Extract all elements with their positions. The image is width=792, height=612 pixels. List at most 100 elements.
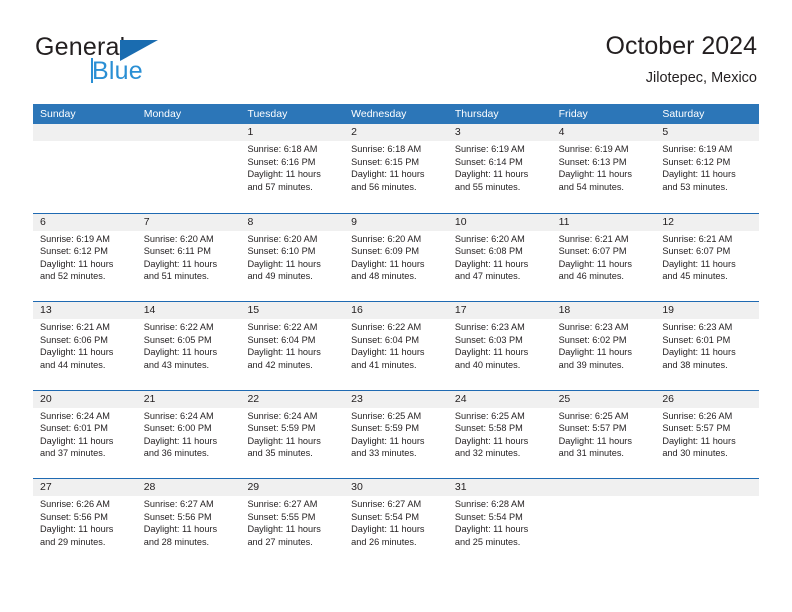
calendar-day-cell[interactable]: 8 Sunrise: 6:20 AM Sunset: 6:10 PM Daylight… (240, 214, 344, 302)
day-number: 8 (247, 215, 254, 228)
day-detail-line: and 55 minutes. (454, 181, 521, 192)
day-detail-line: Sunrise: 6:20 AM (351, 233, 422, 244)
weekday-header-sunday: Sunday (40, 108, 76, 120)
calendar-day-cell[interactable]: 11 Sunrise: 6:21 AM Sunset: 6:07 PM Dayligh… (552, 214, 656, 302)
day-detail-line: Sunset: 6:07 PM (558, 246, 627, 257)
logo-word-blue: Blue (92, 57, 143, 85)
day-sun-details: Sunrise: 6:27 AM Sunset: 5:55 PM Daylight:… (247, 498, 338, 548)
day-detail-line: Daylight: 11 hours (454, 524, 529, 535)
day-detail-line: Sunrise: 6:25 AM (558, 410, 629, 421)
day-detail-line: Sunrise: 6:24 AM (247, 410, 318, 421)
calendar-day-cell[interactable]: 5 Sunrise: 6:19 AM Sunset: 6:12 PM Daylight… (655, 124, 759, 213)
day-number: 7 (143, 215, 150, 228)
day-detail-line: Sunrise: 6:20 AM (143, 233, 214, 244)
calendar-day-cell[interactable]: 22 Sunrise: 6:24 AM Sunset: 5:59 PM Dayligh… (240, 391, 344, 479)
day-number (40, 124, 131, 141)
calendar-day-cell[interactable]: 28 Sunrise: 6:27 AM Sunset: 5:56 PM Dayligh… (137, 479, 241, 567)
day-number: 2 (351, 126, 357, 138)
calendar-day-cell[interactable]: 23 Sunrise: 6:25 AM Sunset: 5:59 PM Dayligh… (344, 391, 448, 479)
calendar-day-cell[interactable]: 3 Sunrise: 6:19 AM Sunset: 6:14 PM Daylight… (448, 124, 552, 213)
day-detail-line: and 49 minutes. (247, 271, 313, 282)
calendar-day-cell[interactable]: 12 Sunrise: 6:21 AM Sunset: 6:07 PM Dayligh… (655, 214, 759, 302)
day-number: 6 (40, 215, 46, 228)
day-detail-line: Sunset: 6:06 PM (40, 334, 108, 345)
calendar-day-cell[interactable]: 15 Sunrise: 6:22 AM Sunset: 6:04 PM Dayligh… (240, 302, 344, 390)
calendar-day-cell[interactable]: 26 Sunrise: 6:26 AM Sunset: 5:57 PM Dayligh… (655, 391, 759, 479)
day-sun-details: Sunrise: 6:24 AM Sunset: 6:01 PM Daylight:… (40, 410, 131, 460)
day-detail-line: Sunset: 6:12 PM (40, 246, 108, 257)
masthead: General Blue October 2024 Jilotepec, Mex… (0, 0, 792, 103)
calendar-day-cell[interactable]: 29 Sunrise: 6:27 AM Sunset: 5:55 PM Dayligh… (240, 479, 344, 567)
day-detail-line: Sunrise: 6:19 AM (40, 233, 110, 244)
calendar-week-row: 20 Sunrise: 6:24 AM Sunset: 6:01 PM Dayligh… (33, 389, 759, 479)
day-detail-line: Sunset: 6:09 PM (351, 246, 420, 257)
calendar-day-cell[interactable]: 30 Sunrise: 6:27 AM Sunset: 5:54 PM Dayligh… (344, 479, 448, 567)
day-detail-line: Sunset: 6:11 PM (143, 246, 211, 257)
day-detail-line: Daylight: 11 hours (247, 169, 321, 180)
day-detail-line: Sunrise: 6:18 AM (247, 144, 318, 154)
day-detail-line: Daylight: 11 hours (351, 258, 425, 269)
day-detail-line: Daylight: 11 hours (454, 435, 529, 446)
day-detail-line: and 44 minutes. (40, 359, 106, 370)
calendar-day-cell[interactable]: 24 Sunrise: 6:25 AM Sunset: 5:58 PM Dayligh… (448, 391, 552, 479)
day-detail-line: Sunrise: 6:27 AM (247, 499, 318, 509)
calendar-day-cell[interactable]: 1 Sunrise: 6:18 AM Sunset: 6:16 PM Daylight… (240, 124, 344, 213)
general-blue-logo[interactable]: General Blue (35, 33, 215, 85)
calendar-day-cell[interactable]: 14 Sunrise: 6:22 AM Sunset: 6:05 PM Dayligh… (137, 302, 241, 390)
calendar-cell-empty (655, 479, 759, 567)
calendar-day-cell[interactable]: 9 Sunrise: 6:20 AM Sunset: 6:09 PM Daylight… (344, 214, 448, 302)
calendar-day-cell[interactable]: 7 Sunrise: 6:20 AM Sunset: 6:11 PM Daylight… (137, 214, 241, 302)
calendar-day-cell[interactable]: 18 Sunrise: 6:23 AM Sunset: 6:02 PM Dayligh… (552, 302, 656, 390)
day-number: 19 (662, 304, 674, 316)
calendar-week-row: 1 Sunrise: 6:18 AM Sunset: 6:16 PM Daylight… (33, 124, 759, 213)
day-sun-details: Sunrise: 6:25 AM Sunset: 5:58 PM Daylight:… (455, 410, 546, 460)
day-detail-line: Sunset: 5:58 PM (454, 423, 523, 434)
day-detail-line: and 33 minutes. (351, 448, 417, 459)
day-detail-line: Sunset: 5:54 PM (351, 511, 420, 522)
day-detail-line: Sunrise: 6:23 AM (454, 322, 525, 332)
day-sun-details: Sunrise: 6:21 AM Sunset: 6:07 PM Daylight:… (559, 233, 650, 283)
calendar-day-cell[interactable]: 4 Sunrise: 6:19 AM Sunset: 6:13 PM Daylight… (552, 124, 656, 213)
day-detail-line: Sunset: 5:59 PM (351, 423, 420, 434)
calendar-day-cell[interactable]: 19 Sunrise: 6:23 AM Sunset: 6:01 PM Dayligh… (655, 302, 759, 390)
calendar-day-cell[interactable]: 27 Sunrise: 6:26 AM Sunset: 5:56 PM Dayligh… (33, 479, 137, 567)
calendar-day-cell[interactable]: 13 Sunrise: 6:21 AM Sunset: 6:06 PM Dayligh… (33, 302, 137, 390)
weekday-header-row: Sunday Monday Tuesday Wednesday Thursday Frid… (33, 104, 759, 124)
day-sun-details: Sunrise: 6:26 AM Sunset: 5:56 PM Daylight:… (40, 498, 131, 548)
day-detail-line: and 45 minutes. (662, 271, 728, 282)
calendar-day-cell[interactable]: 21 Sunrise: 6:24 AM Sunset: 6:00 PM Dayligh… (137, 391, 241, 479)
day-detail-line: and 38 minutes. (662, 359, 728, 370)
day-detail-line: Daylight: 11 hours (143, 258, 218, 269)
day-detail-line: Sunrise: 6:21 AM (662, 233, 733, 244)
calendar-day-cell[interactable]: 25 Sunrise: 6:25 AM Sunset: 5:57 PM Dayligh… (552, 391, 656, 479)
day-sun-details: Sunrise: 6:28 AM Sunset: 5:54 PM Daylight:… (455, 498, 546, 548)
day-detail-line: Daylight: 11 hours (662, 435, 736, 446)
calendar-day-cell[interactable]: 6 Sunrise: 6:19 AM Sunset: 6:12 PM Daylight… (33, 214, 137, 302)
day-detail-line: Daylight: 11 hours (247, 347, 321, 358)
calendar-day-cell[interactable]: 17 Sunrise: 6:23 AM Sunset: 6:03 PM Dayligh… (448, 302, 552, 390)
calendar-day-cell[interactable]: 10 Sunrise: 6:20 AM Sunset: 6:08 PM Dayligh… (448, 214, 552, 302)
day-number: 12 (662, 215, 674, 228)
location-subtitle: Jilotepec, Mexico (645, 70, 757, 86)
day-detail-line: Daylight: 11 hours (454, 347, 529, 358)
calendar-day-cell[interactable]: 2 Sunrise: 6:18 AM Sunset: 6:15 PM Daylight… (344, 124, 448, 213)
calendar-day-cell[interactable]: 20 Sunrise: 6:24 AM Sunset: 6:01 PM Dayligh… (33, 391, 137, 479)
day-detail-line: Daylight: 11 hours (662, 169, 736, 180)
day-detail-line: Sunset: 6:15 PM (351, 156, 420, 167)
day-detail-line: Daylight: 11 hours (247, 524, 321, 535)
calendar-day-cell[interactable]: 16 Sunrise: 6:22 AM Sunset: 6:04 PM Dayligh… (344, 302, 448, 390)
day-detail-line: Sunset: 6:13 PM (558, 156, 627, 167)
day-detail-line: Sunset: 5:57 PM (558, 423, 627, 434)
calendar-day-cell[interactable]: 31 Sunrise: 6:28 AM Sunset: 5:54 PM Dayligh… (448, 479, 552, 567)
day-detail-line: and 57 minutes. (247, 181, 313, 192)
day-detail-line: Sunset: 6:16 PM (247, 156, 316, 167)
day-detail-line: and 37 minutes. (40, 448, 106, 459)
day-sun-details: Sunrise: 6:19 AM Sunset: 6:12 PM Daylight:… (662, 143, 753, 193)
day-number: 22 (247, 392, 260, 405)
day-number (559, 479, 650, 496)
day-detail-line: Daylight: 11 hours (454, 169, 529, 180)
day-detail-line: Daylight: 11 hours (351, 347, 425, 358)
day-detail-line: Sunset: 6:01 PM (40, 423, 108, 434)
day-sun-details: Sunrise: 6:19 AM Sunset: 6:12 PM Daylight:… (40, 233, 131, 283)
day-number: 5 (662, 126, 669, 138)
